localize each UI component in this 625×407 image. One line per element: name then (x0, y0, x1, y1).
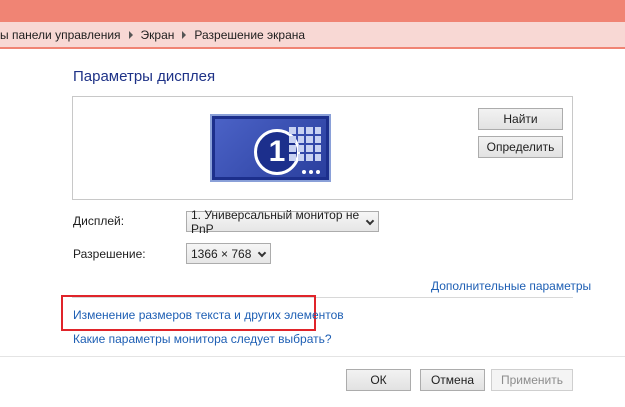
find-button[interactable]: Найти (478, 108, 563, 130)
which-settings-link[interactable]: Какие параметры монитора следует выбрать… (73, 332, 332, 346)
apply-button[interactable]: Применить (491, 369, 573, 391)
chevron-right-icon[interactable] (128, 30, 133, 39)
window-titlebar (0, 0, 625, 22)
windows-logo-icon (289, 127, 321, 161)
display-label: Дисплей: (73, 214, 125, 228)
cancel-button[interactable]: Отмена (420, 369, 485, 391)
resolution-label: Разрешение: (73, 247, 146, 261)
breadcrumb-item-control-panel[interactable]: ы панели управления (0, 28, 121, 42)
chevron-right-icon[interactable] (182, 30, 187, 39)
breadcrumb[interactable]: ы панели управления Экран Разрешение экр… (0, 22, 625, 49)
resolution-select-value: 1366 × 768 (191, 246, 252, 261)
display-select-value: 1. Универсальный монитор не PnP (191, 207, 360, 236)
display-select[interactable]: 1. Универсальный монитор не PnP (186, 208, 379, 236)
dots-icon (302, 170, 320, 174)
footer-divider (0, 356, 625, 357)
breadcrumb-item-resolution[interactable]: Разрешение экрана (194, 28, 305, 42)
advanced-settings-link[interactable]: Дополнительные параметры (431, 279, 591, 293)
breadcrumb-item-screen[interactable]: Экран (141, 28, 175, 42)
ok-button[interactable]: ОК (346, 369, 411, 391)
monitor-icon[interactable]: 1 (210, 114, 331, 182)
resolution-select[interactable]: 1366 × 768 (186, 243, 271, 264)
resize-text-link[interactable]: Изменение размеров текста и других элеме… (73, 308, 344, 322)
detect-button[interactable]: Определить (478, 136, 563, 158)
chevron-down-icon (257, 248, 267, 258)
page-title: Параметры дисплея (73, 68, 216, 85)
monitor-screen: 1 (215, 119, 326, 177)
